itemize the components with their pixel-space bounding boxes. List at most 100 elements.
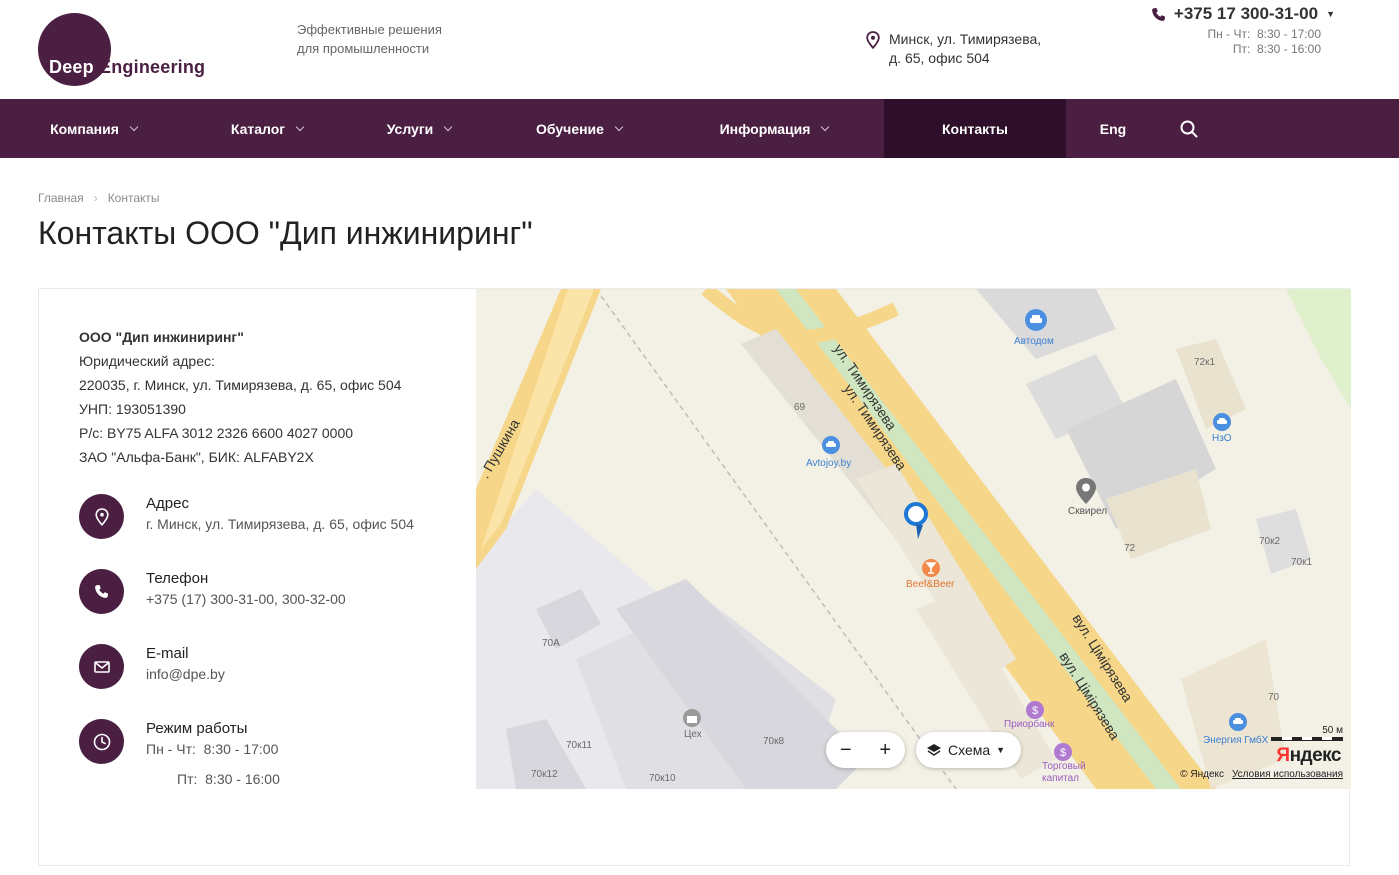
car-service-icon[interactable] xyxy=(1227,711,1249,733)
map-building-number: 72 xyxy=(1124,543,1136,554)
site-logo[interactable]: Deep Engineering xyxy=(38,13,238,89)
car-service-icon[interactable] xyxy=(820,434,842,456)
breadcrumb-current: Контакты xyxy=(107,191,160,205)
map-scale-bar xyxy=(1271,737,1343,741)
company-details: ООО "Дип инжиниринг" Юридический адрес: … xyxy=(79,325,479,469)
car-service-icon[interactable] xyxy=(1211,411,1233,433)
nav-item-company[interactable]: Компания xyxy=(0,99,187,158)
map-scale-label: 50 м xyxy=(1322,725,1343,736)
search-button[interactable] xyxy=(1174,99,1204,158)
poi-label[interactable]: Цех xyxy=(684,729,702,740)
poi-label[interactable]: Сквирел xyxy=(1068,506,1107,517)
map-copyright: © Яндекс xyxy=(1180,769,1224,780)
map-building-number: 70к2 xyxy=(1259,536,1281,547)
header-address-text: Минск, ул. Тимирязева, д. 65, офис 504 xyxy=(889,30,1041,68)
map-building-number: 69 xyxy=(794,402,806,413)
zoom-in-button[interactable]: + xyxy=(879,739,891,762)
poi-label[interactable]: Торговый xyxy=(1042,761,1086,772)
map-layers-button[interactable]: Схема ▼ xyxy=(916,732,1021,768)
map-layers-label: Схема xyxy=(948,742,991,758)
company-account: Р/с: BY75 ALFA 3012 2326 6600 4027 0000 xyxy=(79,425,354,441)
chevron-down-icon[interactable]: ▼ xyxy=(1326,9,1335,19)
map-terms-link[interactable]: Условия использования xyxy=(1232,769,1343,780)
car-service-icon[interactable] xyxy=(1023,307,1049,333)
header-address: Минск, ул. Тимирязева, д. 65, офис 504 xyxy=(866,30,1041,68)
contact-hours-line1: Пн - Чт: 8:30 - 17:00 xyxy=(146,741,279,757)
yandex-logo-y: Я xyxy=(1276,745,1290,766)
main-nav: Компания Каталог Услуги Обучение Информа… xyxy=(0,99,1399,158)
company-unp: УНП: 193051390 xyxy=(79,401,186,417)
contact-hours-line2: Пт: 8:30 - 16:00 xyxy=(177,771,280,787)
nav-item-catalog[interactable]: Каталог xyxy=(211,99,323,158)
header-hours-line1: Пн - Чт: 8:30 - 17:00 xyxy=(1207,27,1321,41)
contact-address-value: г. Минск, ул. Тимирязева, д. 65, офис 50… xyxy=(146,516,414,532)
nav-label: Обучение xyxy=(536,120,604,137)
phone-icon xyxy=(1152,7,1165,21)
phone-dropdown[interactable]: +375 17 300-31-00 ▼ xyxy=(1151,4,1335,24)
chevron-right-icon: › xyxy=(93,191,98,205)
poi-label[interactable]: Приорбанк xyxy=(1004,719,1054,730)
poi-label[interactable]: Энергия ГмбХ xyxy=(1203,735,1268,746)
logo-text: Deep Engineering xyxy=(49,57,205,78)
contact-phone-title: Телефон xyxy=(146,570,209,587)
yandex-logo-rest: ндекс xyxy=(1289,745,1342,766)
map-building-number: 70к10 xyxy=(649,773,676,784)
bank-icon[interactable]: $ xyxy=(1024,699,1046,721)
header-address-line2: д. 65, офис 504 xyxy=(889,50,990,66)
contact-phone-value[interactable]: +375 (17) 300-31-00, 300-32-00 xyxy=(146,590,346,609)
map-pin-icon[interactable] xyxy=(1073,476,1099,506)
nav-label: Eng xyxy=(1099,120,1127,137)
poi-label[interactable]: Beef&Beer xyxy=(906,579,954,590)
yandex-logo[interactable]: Яндекс xyxy=(1276,745,1341,767)
logo-word-deep: Deep xyxy=(49,57,94,77)
logo-word-engineering: Engineering xyxy=(99,57,206,77)
yandex-map[interactable]: ул. Тимирязева ул. Тимирязева вул. Цімір… xyxy=(476,289,1351,789)
header-hours-line2: Пт: 8:30 - 16:00 xyxy=(1232,42,1321,56)
restaurant-icon[interactable] xyxy=(920,557,942,579)
contact-email-title: E-mail xyxy=(146,645,189,662)
map-building-number: 70к11 xyxy=(566,740,592,751)
nav-item-training[interactable]: Обучение xyxy=(514,99,644,158)
nav-item-services[interactable]: Услуги xyxy=(364,99,474,158)
zoom-control: − + xyxy=(826,732,905,768)
poi-label[interactable]: Автодом xyxy=(1014,336,1054,347)
bank-icon[interactable]: $ xyxy=(1052,741,1074,763)
poi-label[interactable]: Avtojoy.by xyxy=(806,458,851,469)
poi-label[interactable]: НзО xyxy=(1212,433,1232,444)
layers-icon xyxy=(927,744,941,756)
nav-item-contacts[interactable]: Контакты xyxy=(884,99,1066,158)
location-marker-icon[interactable] xyxy=(903,501,935,543)
contact-email: E-mail info@dpe.by xyxy=(79,644,225,689)
map-building-number: 72к1 xyxy=(1194,357,1216,368)
legal-address: 220035, г. Минск, ул. Тимирязева, д. 65,… xyxy=(79,377,402,393)
factory-icon[interactable] xyxy=(681,707,703,729)
map-building-number: 70А xyxy=(542,638,560,649)
chevron-down-icon xyxy=(129,122,139,132)
nav-label: Каталог xyxy=(230,120,286,137)
tagline: Эффективные решения для промышленности xyxy=(297,20,477,58)
nav-label: Услуги xyxy=(386,120,434,137)
map-attribution: © Яндекс Условия использования xyxy=(1180,769,1343,780)
header-phone-block: +375 17 300-31-00 ▼ Пн - Чт: 8:30 - 17:0… xyxy=(1151,4,1335,57)
header-hours: Пн - Чт: 8:30 - 17:00 Пт: 8:30 - 16:00 xyxy=(1151,27,1335,57)
mail-icon xyxy=(79,644,124,689)
chevron-down-icon: ▼ xyxy=(996,745,1006,755)
tagline-line1: Эффективные решения xyxy=(297,22,442,37)
tagline-line2: для промышленности xyxy=(297,41,430,56)
map-scale: 50 м xyxy=(1271,725,1343,741)
location-pin-icon xyxy=(79,494,124,539)
chevron-down-icon xyxy=(295,122,305,132)
breadcrumb-home-link[interactable]: Главная xyxy=(38,191,84,205)
chevron-down-icon xyxy=(614,122,624,132)
clock-icon xyxy=(79,719,124,764)
nav-item-information[interactable]: Информация xyxy=(689,99,859,158)
company-name: ООО "Дип инжиниринг" xyxy=(79,329,244,345)
poi-label[interactable]: капитал xyxy=(1042,773,1079,784)
nav-item-eng[interactable]: Eng xyxy=(1066,99,1160,158)
contact-hours-title: Режим работы xyxy=(146,720,248,737)
contact-email-value[interactable]: info@dpe.by xyxy=(146,665,225,684)
zoom-out-button[interactable]: − xyxy=(840,739,852,762)
svg-text:$: $ xyxy=(1032,705,1038,717)
header-phone-number[interactable]: +375 17 300-31-00 xyxy=(1174,4,1318,24)
svg-text:$: $ xyxy=(1060,747,1066,759)
